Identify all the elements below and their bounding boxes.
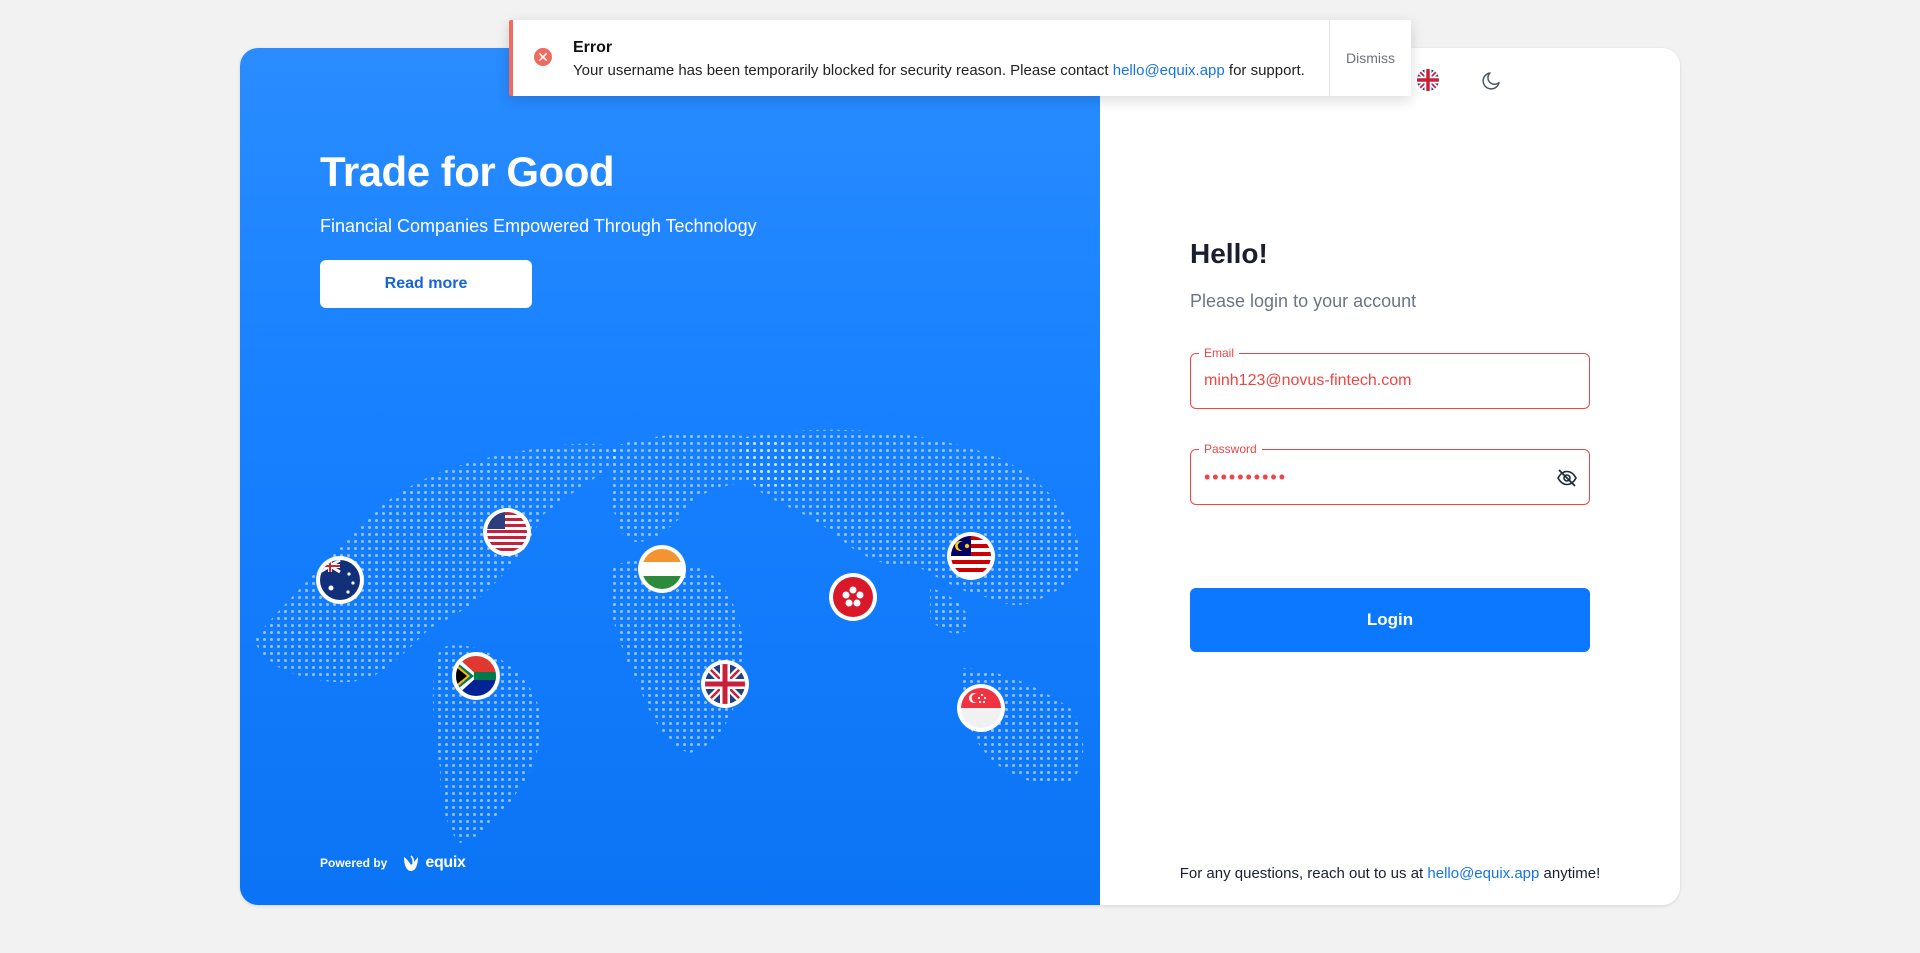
support-email-link[interactable]: hello@equix.app (1427, 865, 1539, 882)
hero-panel: Trade for Good Financial Companies Empow… (240, 48, 1100, 905)
login-subtitle: Please login to your account (1190, 291, 1417, 311)
login-title: Hello! (1190, 238, 1268, 269)
uk-flag-icon (1417, 69, 1439, 91)
moon-icon (1482, 72, 1500, 90)
login-panel: Hello! Please login to your account Emai… (1100, 48, 1680, 905)
malaysia-flag-icon (947, 532, 995, 580)
singapore-flag-icon (957, 684, 1005, 732)
toast-email-link[interactable]: hello@equix.app (1113, 62, 1225, 79)
support-note-prefix: For any questions, reach out to us at (1179, 865, 1424, 882)
india-flag-icon (638, 545, 686, 593)
email-field: Email (1190, 345, 1590, 409)
powered-by: Powered by equix (320, 854, 466, 872)
toast-message-suffix: for support. (1228, 62, 1305, 79)
language-switcher[interactable] (1416, 68, 1440, 92)
equix-leaf-icon (404, 855, 419, 871)
password-visibility-toggle[interactable] (1555, 466, 1579, 490)
toast-title: Error (573, 39, 613, 56)
world-map (255, 429, 1084, 843)
eye-off-icon (1557, 469, 1577, 487)
theme-toggle-button[interactable] (1480, 68, 1504, 92)
united-kingdom-flag-icon (701, 660, 749, 708)
toast-message: Your username has been temporarily block… (573, 62, 1305, 79)
email-input[interactable] (1204, 354, 1554, 408)
united-states-flag-icon (483, 508, 531, 556)
equix-logo-text: equix (425, 854, 466, 871)
support-note-suffix: anytime! (1543, 865, 1601, 882)
toast-message-prefix: Your username has been temporarily block… (573, 62, 1109, 79)
south-africa-flag-icon (452, 652, 500, 700)
hong-kong-flag-icon (829, 573, 877, 621)
australia-flag-icon (316, 556, 364, 604)
login-card: Trade for Good Financial Companies Empow… (240, 48, 1680, 905)
powered-by-label: Powered by (320, 856, 388, 870)
support-note: For any questions, reach out to us at he… (1100, 865, 1680, 882)
dismiss-button[interactable]: Dismiss (1330, 20, 1411, 96)
login-button[interactable]: Login (1190, 588, 1590, 652)
equix-logo: equix (401, 854, 466, 872)
error-toast: Error Your username has been temporarily… (509, 20, 1411, 96)
password-input[interactable] (1204, 450, 1554, 504)
password-field: Password (1190, 441, 1590, 505)
error-circle-icon (534, 48, 552, 66)
